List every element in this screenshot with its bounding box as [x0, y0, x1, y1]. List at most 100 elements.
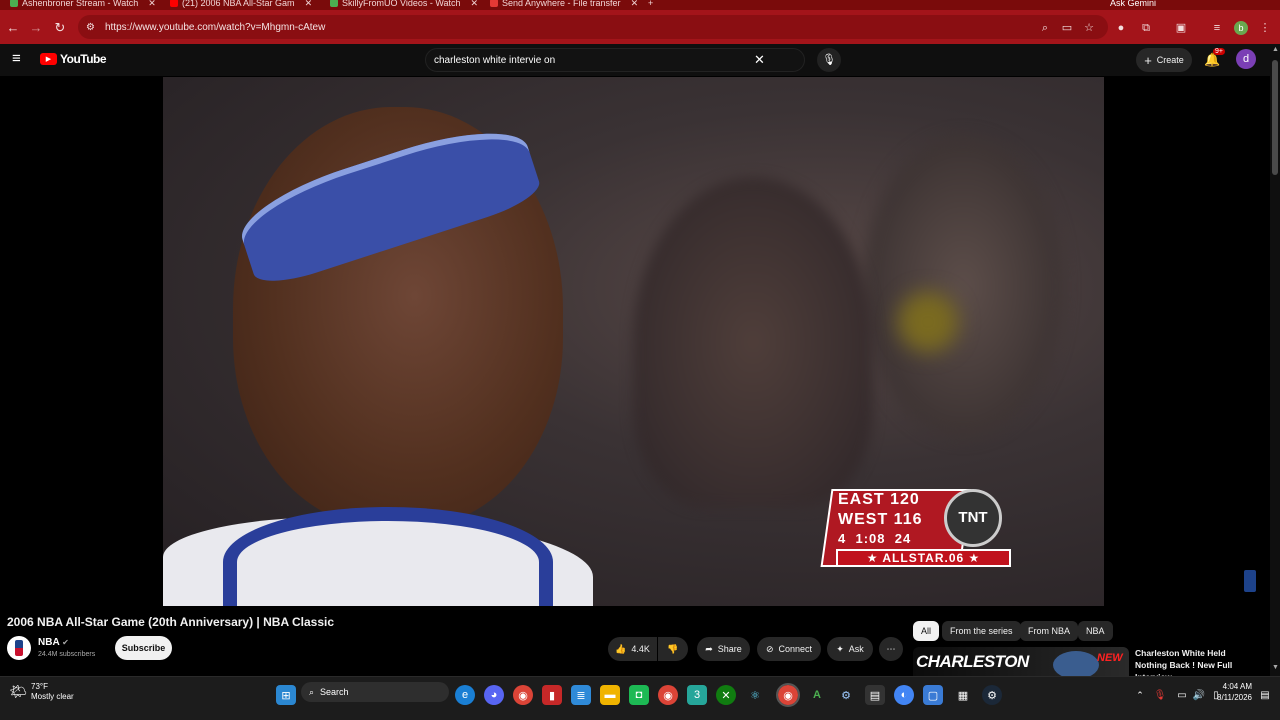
subscribe-button[interactable]: Subscribe — [115, 636, 172, 660]
forward-arrow-icon[interactable]: → — [28, 20, 44, 36]
crowd-background — [863, 137, 1063, 437]
recommended-video-thumbnail[interactable]: CHARLESTON NEW — [913, 647, 1129, 676]
browser-tab-strip: Ashenbroner Stream - Watch ✕ (21) 2006 NB… — [0, 0, 1280, 10]
back-arrow-icon[interactable]: ← — [5, 20, 21, 36]
extension-icon[interactable]: ● — [1114, 21, 1128, 35]
hamburger-menu-icon[interactable]: ≡ — [12, 51, 21, 67]
ask-button[interactable]: ✦ Ask — [827, 637, 873, 661]
youtube-header: ≡ ▶ YouTube charleston white intervie on… — [0, 44, 1280, 76]
more-actions-button[interactable]: ⋯ — [879, 637, 903, 661]
thumbs-up-icon: 👍 — [615, 643, 627, 654]
like-count: 4.4K — [631, 644, 650, 654]
notepad-icon[interactable]: ≣ — [571, 685, 591, 705]
browser-menu-icon[interactable]: ⋮ — [1258, 21, 1272, 35]
app-a-icon[interactable]: A — [807, 685, 827, 705]
roblox-icon[interactable]: ▮ — [542, 685, 562, 705]
taskbar-search-box[interactable]: ⌕ Search — [301, 682, 449, 702]
weather-icon[interactable]: 🌤 — [8, 681, 28, 701]
extensions-puzzle-icon[interactable]: ⧉ — [1139, 21, 1153, 35]
new-tab-icon[interactable]: + — [648, 0, 658, 10]
video-title: 2006 NBA All-Star Game (20th Anniversary… — [7, 615, 335, 629]
microphone-icon[interactable]: 🎙 — [1150, 685, 1170, 705]
ask-gemini-button[interactable]: Ask Gemini — [1110, 0, 1180, 10]
windows-start-icon[interactable]: ⊞ — [276, 685, 296, 705]
browser-toolbar: ← → ↻ ⚙ https://www.youtube.com/watch?v=… — [0, 10, 1280, 44]
file-explorer-icon[interactable]: ▬ — [600, 685, 620, 705]
tray-chevron-icon[interactable]: ⌃ — [1130, 685, 1150, 705]
chip-all[interactable]: All — [913, 621, 940, 641]
voice-search-mic-icon[interactable]: 🎙 — [817, 48, 841, 72]
new-badge: NEW — [1097, 652, 1123, 664]
scrollbar-thumb[interactable] — [1272, 60, 1278, 175]
nba-watermark-icon[interactable] — [1244, 570, 1256, 592]
profile-avatar[interactable]: b — [1234, 21, 1248, 35]
clear-search-icon[interactable]: ✕ — [754, 52, 765, 68]
chrome-profile-icon[interactable]: ◉ — [658, 685, 678, 705]
steam-icon[interactable]: ⚙ — [982, 685, 1002, 705]
ask-gemini-label: Ask Gemini — [1110, 0, 1157, 8]
scroll-up-arrow-icon[interactable]: ▲ — [1272, 46, 1279, 53]
address-bar[interactable]: ⚙ https://www.youtube.com/watch?v=Mhgmn-… — [78, 15, 1108, 39]
zoom-icon[interactable]: ⌕ — [1038, 21, 1052, 35]
windows-taskbar: 🌤 73°F Mostly clear ⊞ ⌕ Search e ◕ ◉ ▮ ≣… — [0, 676, 1280, 720]
chip-from-the-series[interactable]: From the series — [942, 621, 1021, 641]
connect-button[interactable]: ⊘ Connect — [757, 637, 821, 661]
reading-list-icon[interactable]: ≡ — [1210, 21, 1224, 35]
browser-tab-active[interactable]: (21) 2006 NBA All-Star Gam ✕ — [170, 0, 320, 10]
clock-date[interactable]: 8/11/2026 — [1212, 693, 1252, 702]
team-score: 120 — [890, 491, 920, 508]
browser-tab[interactable]: Send Anywhere - File transfer ✕ — [490, 0, 640, 10]
scroll-down-arrow-icon[interactable]: ▼ — [1272, 664, 1279, 671]
clock-time[interactable]: 4:04 AM — [1212, 682, 1252, 691]
account-avatar[interactable]: d — [1236, 49, 1256, 69]
youtube-logo[interactable]: ▶ YouTube — [40, 52, 107, 66]
search-input[interactable]: charleston white intervie on — [425, 48, 805, 72]
tab-title: SkillyFromUO Videos - Watch — [342, 0, 461, 8]
thumbs-down-icon: 👎 — [667, 643, 679, 654]
calculator-icon[interactable]: ▦ — [953, 685, 973, 705]
close-tab-icon[interactable]: ✕ — [471, 0, 479, 9]
video-player[interactable]: EAST 120 WEST 116 4 1:08 24 TNT ★ ALLSTA… — [163, 77, 1104, 606]
like-button[interactable]: 👍 4.4K — [608, 637, 657, 661]
tab-favicon-icon — [10, 0, 18, 7]
close-tab-icon[interactable]: ✕ — [631, 0, 639, 9]
cast-icon[interactable]: ▭ — [1060, 21, 1074, 35]
notification-center-icon[interactable]: ▤ — [1255, 685, 1275, 705]
plus-icon: + — [1144, 52, 1152, 68]
site-info-icon[interactable]: ⚙ — [86, 22, 95, 33]
browser-tab[interactable]: Ashenbroner Stream - Watch ✕ — [10, 0, 160, 10]
chip-label: All — [921, 626, 932, 636]
xbox-icon[interactable]: ✕ — [716, 685, 736, 705]
window-app-icon[interactable]: ▢ — [923, 685, 943, 705]
subscriber-count: 24.4M subscribers — [38, 651, 96, 658]
google-app-icon[interactable]: ◐ — [894, 685, 914, 705]
share-button[interactable]: ➦ Share — [697, 637, 750, 661]
quarter-number: 4 — [838, 531, 847, 546]
chip-nba[interactable]: NBA — [1078, 621, 1113, 641]
settings-gear-icon[interactable]: ⚙ — [836, 685, 856, 705]
tab-title: Ashenbroner Stream - Watch — [22, 0, 139, 8]
bookmark-star-icon[interactable]: ☆ — [1082, 21, 1096, 35]
channel-avatar[interactable] — [7, 636, 31, 660]
create-button[interactable]: + Create — [1136, 48, 1192, 72]
channel-name-row[interactable]: NBA ✔ — [38, 637, 69, 648]
close-tab-icon[interactable]: ✕ — [305, 0, 313, 9]
app-icon[interactable]: ◘ — [629, 685, 649, 705]
discord-icon[interactable]: ◕ — [484, 685, 504, 705]
connect-label: Connect — [778, 644, 813, 654]
close-tab-icon[interactable]: ✕ — [148, 0, 156, 9]
app-3-icon[interactable]: 3 — [687, 685, 707, 705]
browser-tab[interactable]: SkillyFromUO Videos - Watch ✕ — [330, 0, 480, 10]
chip-from-nba[interactable]: From NBA — [1020, 621, 1079, 641]
search-icon: ⌕ — [309, 686, 315, 697]
dislike-button[interactable]: 👎 — [658, 637, 688, 661]
chrome-active-icon[interactable]: ◉ — [776, 683, 800, 707]
chrome-icon[interactable]: ◉ — [513, 685, 533, 705]
terminal-icon[interactable]: ▤ — [865, 685, 885, 705]
share-label: Share — [717, 644, 742, 654]
crowd-background — [633, 177, 873, 507]
edge-browser-icon[interactable]: e — [455, 685, 475, 705]
sidepanel-icon[interactable]: ▣ — [1174, 21, 1188, 35]
reload-icon[interactable]: ↻ — [52, 20, 68, 36]
react-devtools-icon[interactable]: ⚛ — [745, 685, 765, 705]
